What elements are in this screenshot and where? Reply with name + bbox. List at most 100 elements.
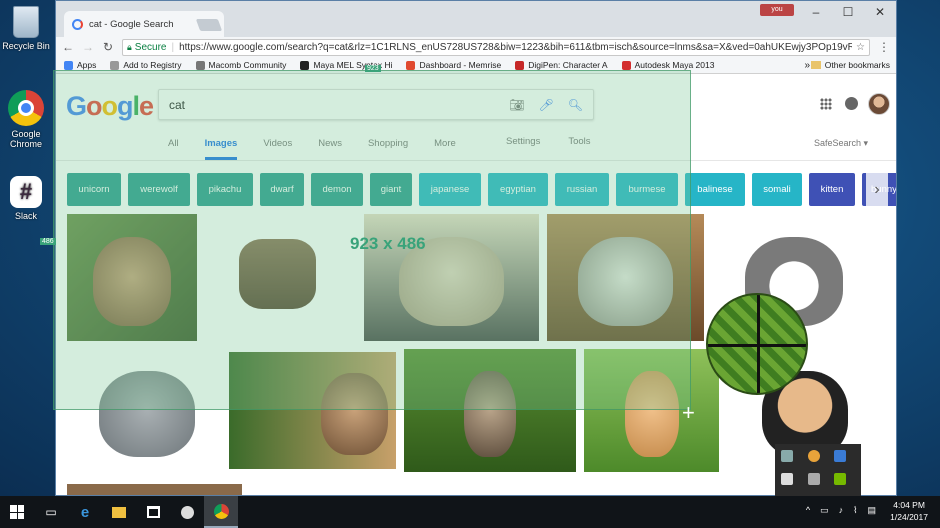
taskbar-file-explorer[interactable] [102,496,136,528]
taskbar-clock[interactable]: 4:04 PM 1/24/2017 [890,499,928,523]
capture-width-tag: 923 [365,65,381,72]
task-view-icon: ▭ [45,505,57,519]
search-input[interactable]: cat [169,98,495,112]
tab-shopping[interactable]: Shopping [368,136,408,160]
show-hidden-icons-chevron-icon[interactable]: ^ [806,505,810,516]
monitor-icon[interactable] [781,450,793,462]
capture-magnifier [706,293,808,395]
related-chip-kitten[interactable]: kitten [809,173,855,206]
taskbar-app[interactable] [170,496,204,528]
page-icon [110,60,120,70]
bookmark-star-icon[interactable]: ☆ [856,42,865,53]
taskbar-store[interactable] [136,496,170,528]
chrome-icon[interactable] [807,450,820,462]
related-chip-somali[interactable]: somali [752,173,802,206]
start-button[interactable] [0,496,34,528]
google-logo-letter: o [86,91,102,121]
chips-next-chevron-icon[interactable]: › [866,173,888,206]
google-logo-letter: g [117,91,133,121]
tab-settings[interactable]: Settings [506,136,540,147]
related-chip-burmese[interactable]: burmese [616,173,678,206]
image-result[interactable] [67,484,242,495]
task-view-button[interactable]: ▭ [34,496,68,528]
nvidia-icon[interactable] [834,473,847,485]
image-result[interactable] [67,349,227,472]
bookmark-add-to-registry[interactable]: Add to Registry [110,60,182,70]
google-images-page: Google cat 📷︎ 🎤︎ 🔍︎ All Images Videos Ne… [56,74,896,495]
camera-icon[interactable]: 📷︎ [509,98,524,112]
image-result[interactable] [67,214,197,341]
google-apps-icon[interactable] [820,98,832,110]
microphone-icon[interactable]: 🎤︎ [539,98,554,112]
tray-overflow-popup [775,444,861,496]
google-logo-letter: o [101,91,118,121]
back-icon[interactable]: ← [62,40,74,54]
recycle-bin-shortcut[interactable]: Recycle Bin [0,6,52,51]
notifications-icon[interactable] [845,97,858,110]
close-window-icon[interactable]: ✕ [864,1,896,23]
taskbar-edge[interactable]: e [68,496,102,528]
network-icon[interactable]: ⌇ [853,505,857,516]
bookmark-apps[interactable]: Apps [64,60,96,70]
tab-news[interactable]: News [318,136,342,160]
battery-icon[interactable]: ▭ [820,505,829,516]
bookmark-memrise[interactable]: Dashboard - Memrise [406,60,501,70]
forward-icon[interactable]: → [82,40,94,54]
settings-tray-icon[interactable] [807,473,820,485]
related-chip-demon[interactable]: demon [311,173,363,206]
slack-label: Slack [14,211,37,221]
volume-icon[interactable]: ♪ [839,505,844,516]
capture-height-tag: 486 [40,238,56,245]
taskbar-chrome[interactable] [204,496,238,528]
new-tab-button[interactable] [195,19,223,31]
image-result[interactable] [404,349,576,472]
profile-badge[interactable]: you [760,4,794,16]
related-chip-japanese[interactable]: japanese [419,173,481,206]
secure-label: Secure [134,41,167,53]
related-chip-russian[interactable]: russian [555,173,609,206]
tab-all[interactable]: All [168,136,179,160]
bookmark-autodesk[interactable]: Autodesk Maya 2013 [621,60,714,70]
avatar[interactable] [868,93,890,115]
notifications-icon[interactable]: ▤ [867,505,876,516]
related-chip-dwarf[interactable]: dwarf [260,173,304,206]
folder-icon [810,61,821,69]
other-bookmarks[interactable]: Other bookmarks [810,60,890,70]
maximize-icon[interactable]: ☐ [832,1,864,23]
image-result[interactable] [204,214,344,341]
related-chip-unicorn[interactable]: unicorn [67,173,121,206]
search-box[interactable]: cat 📷︎ 🎤︎ 🔍︎ [158,89,594,120]
image-result[interactable] [547,214,704,341]
safesearch-toggle[interactable]: SafeSearch ▾ [814,138,868,149]
bluetooth-icon[interactable] [834,450,847,462]
menu-icon[interactable]: ⋮ [878,40,890,54]
address-bar[interactable]: 🔒︎ Secure | https://www.google.com/searc… [122,38,870,56]
tab-strip: cat - Google Search ✕ you – ☐ ✕ [56,1,896,37]
related-chip-giant[interactable]: giant [370,173,412,206]
bookmark-digipen[interactable]: DigiPen: Character A [515,60,608,70]
image-result[interactable] [584,349,719,472]
google-logo[interactable]: Google [66,91,154,122]
divider: | [171,41,175,53]
tab-tools[interactable]: Tools [568,136,590,147]
related-chip-balinese[interactable]: balinese [685,173,745,206]
related-chip-werewolf[interactable]: werewolf [128,173,190,206]
bookmark-macomb[interactable]: Macomb Community [195,60,286,70]
google-chrome-shortcut[interactable]: Google Chrome [0,90,52,149]
related-chip-egyptian[interactable]: egyptian [488,173,548,206]
related-chip-pikachu[interactable]: pikachu [197,173,253,206]
slack-shortcut[interactable]: # Slack [0,176,52,221]
more-bookmarks-chevron-icon[interactable]: » [804,60,810,71]
youtube-icon [621,60,631,70]
clock-date: 1/24/2017 [890,512,928,522]
google-logo-letter: G [66,91,87,121]
reload-icon[interactable]: ↻ [102,40,114,54]
tab-more[interactable]: More [434,136,456,160]
app-tray-icon[interactable] [781,473,793,485]
image-result[interactable] [229,352,396,469]
search-icon[interactable]: 🔍︎ [568,98,583,112]
tab-videos[interactable]: Videos [263,136,292,160]
tab-images[interactable]: Images [204,136,238,160]
google-favicon-icon [72,18,83,30]
minimize-icon[interactable]: – [800,1,832,23]
